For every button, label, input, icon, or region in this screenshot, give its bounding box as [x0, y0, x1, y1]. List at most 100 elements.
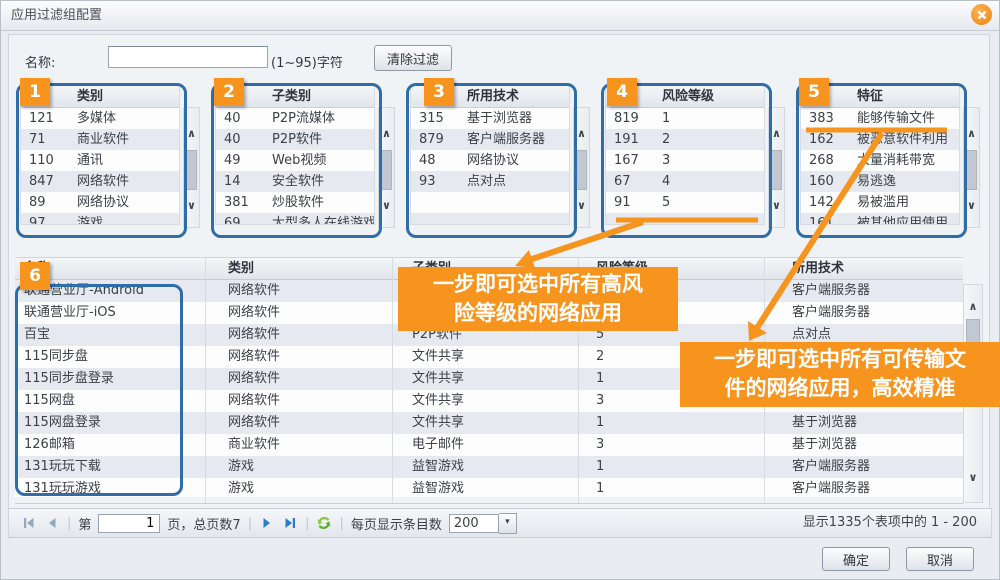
cancel-button[interactable]: 取消 — [906, 547, 974, 571]
table-cell: 客户端服务器 — [792, 456, 957, 478]
list-item[interactable]: 142易被滥用 — [801, 192, 959, 213]
chevron-down-icon: ▾ — [499, 513, 517, 534]
list-item[interactable]: 121多媒体 — [21, 108, 179, 129]
scroll-down-icon[interactable]: ∨ — [379, 200, 394, 212]
title-bar: 应用过滤组配置 — [1, 1, 999, 31]
column-separator — [205, 258, 206, 503]
table-row[interactable]: 131玩玩游戏游戏益智游戏1客户端服务器 — [15, 478, 963, 497]
table-cell: 联通营业厅-Android — [24, 280, 219, 302]
table-cell: 百宝 — [24, 324, 219, 346]
list-item[interactable]: 161被其他应用使用 — [801, 213, 959, 225]
separator: | — [339, 516, 343, 531]
list-item[interactable]: 847网络软件 — [21, 171, 179, 192]
table-cell: 文件共享 — [412, 412, 587, 434]
item-count: 40 — [224, 108, 241, 129]
list-item[interactable]: 40P2P软件 — [216, 129, 374, 150]
scroll-up-icon[interactable]: ∧ — [379, 128, 394, 140]
item-label: 通讯 — [77, 150, 103, 171]
list-item[interactable]: 879客户端服务器 — [411, 129, 569, 150]
callout-risk: 一步即可选中所有高风 险等级的网络应用 — [398, 267, 678, 331]
list-item[interactable]: 48网络协议 — [411, 150, 569, 171]
scroll-up-icon[interactable]: ∧ — [184, 128, 199, 140]
table-row[interactable]: 131玩玩下载游戏益智游戏1客户端服务器 — [15, 456, 963, 478]
list-item[interactable]: 315基于浏览器 — [411, 108, 569, 129]
list-item[interactable]: 97游戏 — [21, 213, 179, 225]
first-page-icon[interactable] — [21, 515, 37, 531]
item-count: 40 — [224, 129, 241, 150]
scrollbar-thumb[interactable] — [576, 150, 587, 190]
refresh-icon[interactable] — [316, 515, 332, 531]
table-cell: 115同步盘 — [24, 346, 219, 368]
list-scrollbar[interactable]: ∧∨ — [183, 107, 200, 228]
table-cell: 基于浏览器 — [792, 412, 957, 434]
per-page-select[interactable]: 200 ▾ — [449, 513, 517, 534]
list-item[interactable]: 71商业软件 — [21, 129, 179, 150]
scroll-down-icon[interactable]: ∨ — [184, 200, 199, 212]
scroll-down-icon[interactable]: ∨ — [574, 200, 589, 212]
list-item[interactable]: 674 — [606, 171, 764, 192]
prev-page-icon[interactable] — [44, 515, 60, 531]
list-item[interactable]: 381炒股软件 — [216, 192, 374, 213]
item-label: 商业软件 — [77, 129, 129, 150]
item-label: 客户端服务器 — [467, 129, 545, 150]
scroll-up-icon[interactable]: ∧ — [769, 128, 784, 140]
list-item[interactable]: 268大量消耗带宽 — [801, 150, 959, 171]
list-item[interactable] — [411, 213, 569, 225]
table-cell: 1 — [596, 412, 771, 434]
list-item[interactable]: 383能够传输文件 — [801, 108, 959, 129]
scrollbar-thumb[interactable] — [966, 150, 977, 190]
name-input[interactable] — [108, 46, 268, 68]
table-cell: 网络软件 — [228, 280, 403, 302]
next-page-icon[interactable] — [259, 515, 275, 531]
table-row[interactable]: 126邮箱商业软件电子邮件3基于浏览器 — [15, 434, 963, 456]
list-scrollbar[interactable]: ∧∨ — [768, 107, 785, 228]
list-item[interactable] — [606, 213, 764, 225]
ok-button[interactable]: 确定 — [822, 547, 890, 571]
scroll-down-icon[interactable]: ∨ — [769, 200, 784, 212]
list-scrollbar[interactable]: ∧∨ — [963, 107, 980, 228]
callout-risk-line1: 一步即可选中所有高风 — [398, 270, 678, 299]
list-item[interactable]: 110 通讯 — [21, 150, 179, 171]
list-item[interactable]: 89网络协议 — [21, 192, 179, 213]
list-item[interactable] — [411, 192, 569, 213]
table-cell: 115同步盘登录 — [24, 368, 219, 390]
scroll-up-icon[interactable]: ∧ — [574, 128, 589, 140]
list-item[interactable]: 49Web视频 — [216, 150, 374, 171]
list-item[interactable]: 40P2P流媒体 — [216, 108, 374, 129]
item-label: 网络软件 — [77, 171, 129, 192]
table-row[interactable]: 115网盘登录网络软件文件共享1基于浏览器 — [15, 412, 963, 434]
scroll-up-icon[interactable]: ∧ — [964, 301, 982, 313]
clear-filter-button[interactable]: 清除过滤 — [374, 45, 452, 71]
list-scrollbar[interactable]: ∧∨ — [573, 107, 590, 228]
item-label: 点对点 — [467, 171, 506, 192]
list-item[interactable]: 14安全软件 — [216, 171, 374, 192]
close-button[interactable] — [971, 4, 992, 25]
table-cell: 基于浏览器 — [792, 434, 957, 456]
callout-feature: 一步即可选中所有可传输文 件的网络应用，高效精准 — [680, 342, 1000, 407]
list-item[interactable]: 93点对点 — [411, 171, 569, 192]
scrollbar-thumb[interactable] — [771, 150, 782, 190]
list-item[interactable]: 69大型多人在线游戏 — [216, 213, 374, 225]
list-item[interactable]: 1912 — [606, 129, 764, 150]
scroll-up-icon[interactable]: ∧ — [964, 128, 979, 140]
scrollbar-thumb[interactable] — [381, 150, 392, 190]
table-cell: 1 — [596, 456, 771, 478]
scroll-down-icon[interactable]: ∨ — [964, 472, 982, 484]
list-item[interactable]: 8191 — [606, 108, 764, 129]
list-item[interactable]: 162被恶意软件利用 — [801, 129, 959, 150]
item-count: 110 — [29, 150, 54, 171]
last-page-icon[interactable] — [282, 515, 298, 531]
item-label: 网络协议 — [77, 192, 129, 213]
scroll-down-icon[interactable]: ∨ — [964, 200, 979, 212]
page-number-input[interactable] — [98, 514, 160, 533]
scrollbar-thumb[interactable] — [186, 150, 197, 190]
list-item[interactable]: 1673 — [606, 150, 764, 171]
item-count: 383 — [809, 108, 834, 129]
list-scrollbar[interactable]: ∧∨ — [378, 107, 395, 228]
item-count: 49 — [224, 150, 241, 171]
table-cell: 网络软件 — [228, 368, 403, 390]
list-item[interactable]: 160易逃逸 — [801, 171, 959, 192]
item-label: 1 — [662, 108, 670, 129]
table-cell: 网络软件 — [228, 412, 403, 434]
list-item[interactable]: 915 — [606, 192, 764, 213]
